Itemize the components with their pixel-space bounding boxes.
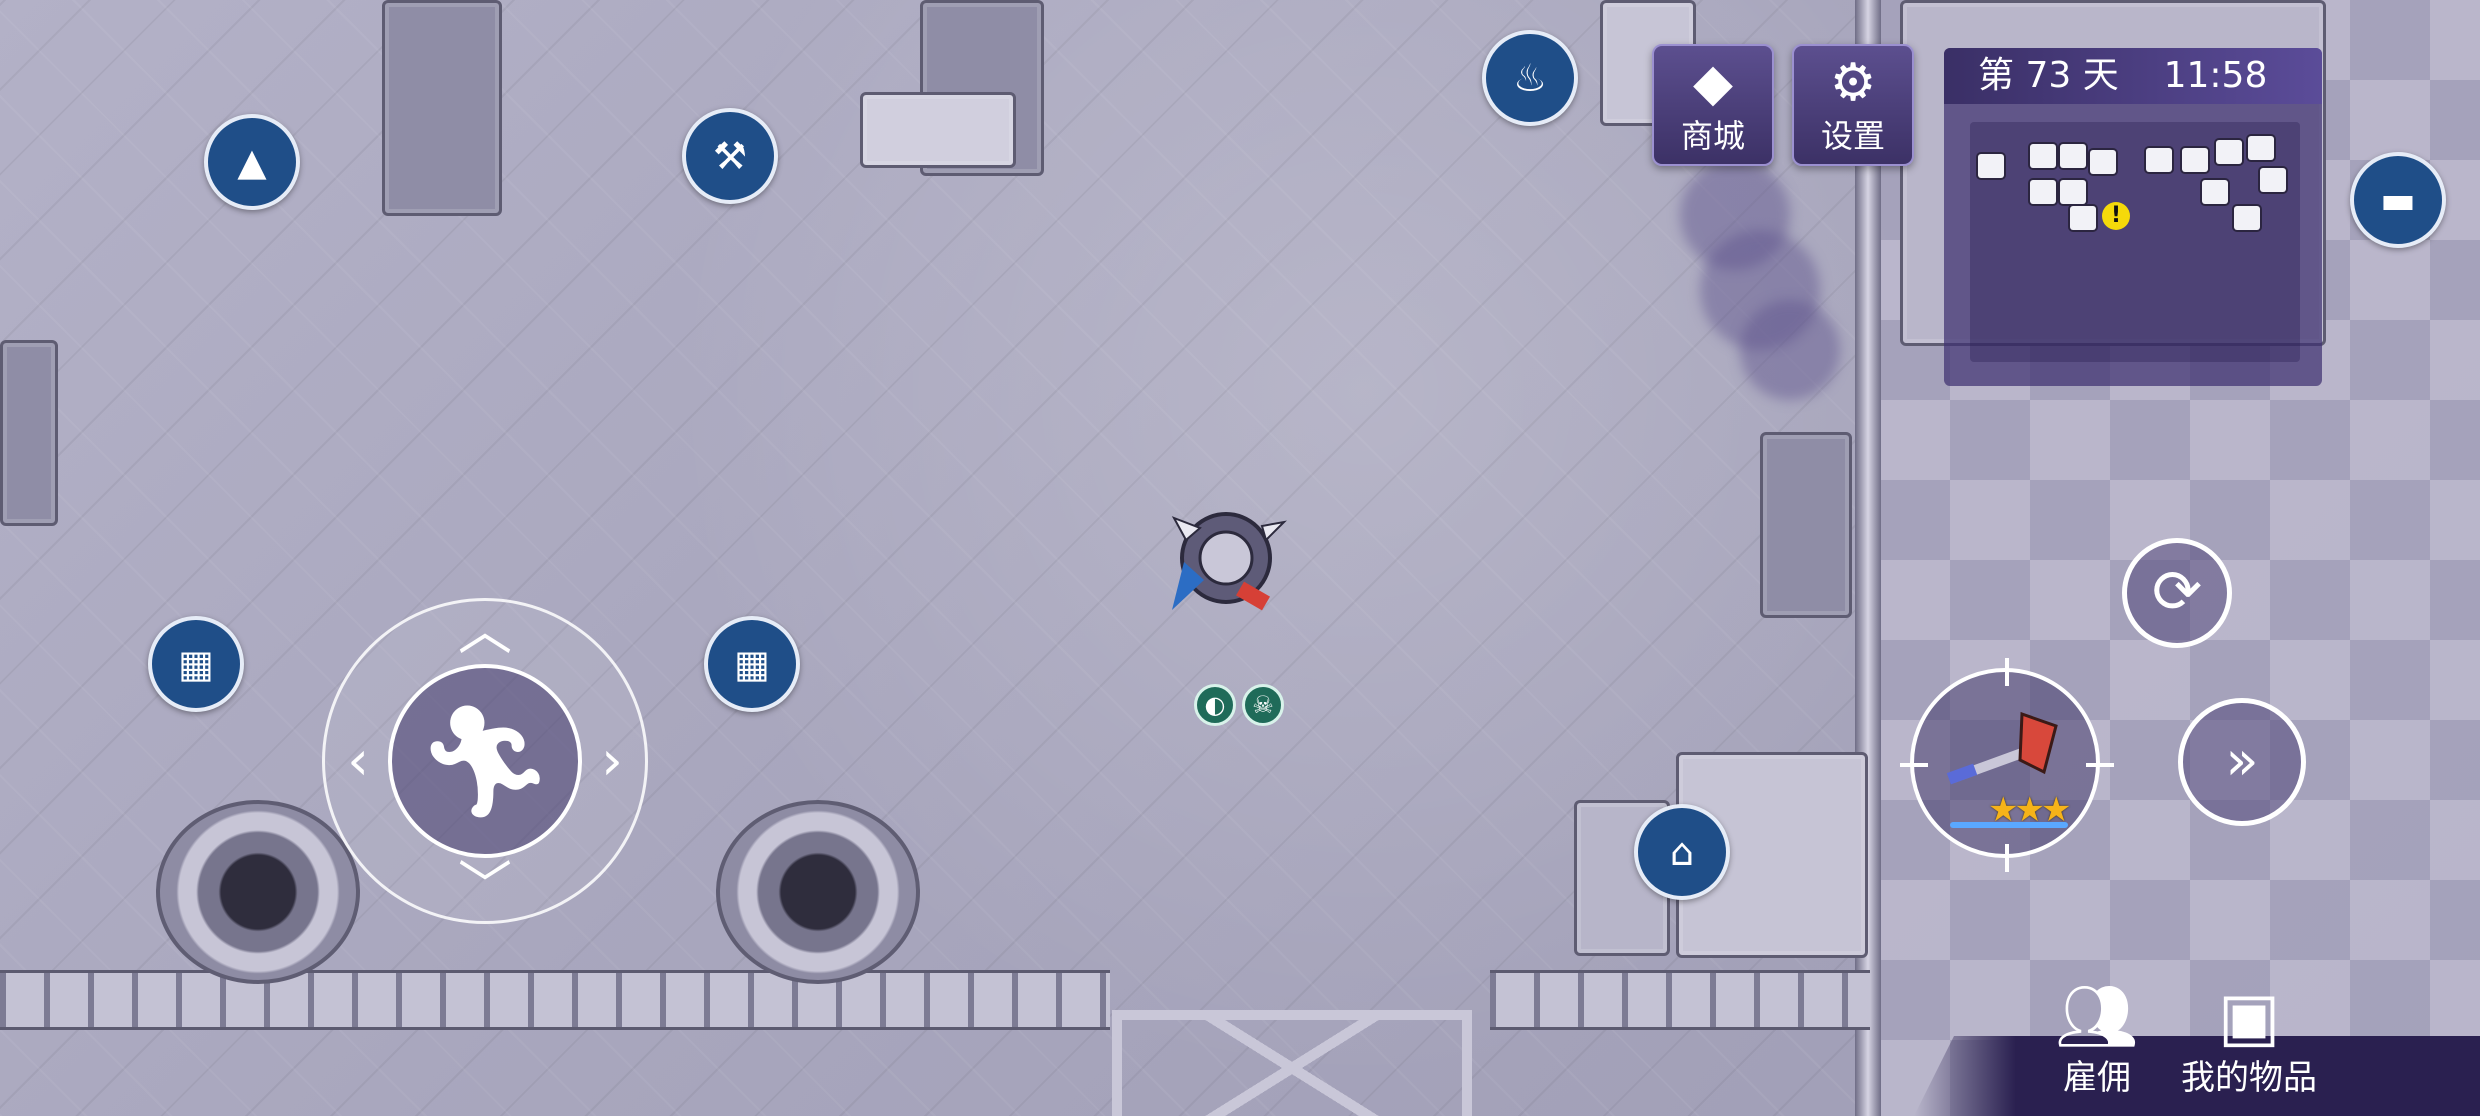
- minimap-marker: [2090, 150, 2116, 174]
- day-time-bar: 第 73 天 11:58: [1944, 48, 2322, 104]
- joystick-right-chevron-icon: ›: [601, 729, 623, 792]
- joystick-down-chevron-icon: ﹀: [458, 855, 512, 918]
- minimap-marker: [2202, 180, 2228, 204]
- minimap-marker: [2234, 206, 2260, 230]
- diamond-icon: ◆: [1693, 53, 1733, 113]
- stove-right-icon[interactable]: ▦: [704, 616, 800, 712]
- day-time-panel[interactable]: 第 73 天 11:58 !: [1944, 48, 2322, 386]
- wood-planks: [860, 92, 1016, 168]
- courtyard-gate: [1112, 1010, 1472, 1116]
- minimap-marker: [2060, 180, 2086, 204]
- inventory-button[interactable]: ▣ 我的物品: [2170, 978, 2328, 1100]
- wall-stairs: [1760, 432, 1852, 618]
- campfire-icon[interactable]: ♨: [1482, 30, 1578, 126]
- refresh-icon: ⟳: [2151, 557, 2203, 627]
- game-viewport[interactable]: ▲ ⚒ ♨ ▬ ▦ ▦ ⌂ ◐ ☠ ◆ 商城 ⚙ 设置 第 73 天 11:58: [0, 0, 2480, 1116]
- minimap-alert-icon: !: [2102, 202, 2130, 230]
- minimap-marker: [2146, 148, 2172, 172]
- player-character: [1166, 500, 1296, 620]
- stomach-status-icon: ◐: [1194, 684, 1236, 726]
- minimap-marker: [2216, 140, 2242, 164]
- bed-icon[interactable]: ▬: [2350, 152, 2446, 248]
- dash-icon: »: [2225, 729, 2259, 792]
- saw-workbench-icon[interactable]: ⚒: [682, 108, 778, 204]
- sprint-button[interactable]: »: [2178, 698, 2306, 826]
- joystick-left-chevron-icon: ‹: [347, 729, 369, 792]
- swap-weapon-button[interactable]: ⟳: [2122, 538, 2232, 648]
- minimap-marker: [2248, 136, 2274, 160]
- attack-weapon-button[interactable]: ★★★: [1900, 658, 2114, 872]
- smoke-cloud: [1740, 300, 1840, 400]
- clock-time: 11:58: [2163, 55, 2268, 96]
- barbed-wire-fence-left: [0, 970, 1110, 1030]
- furnace-station-icon[interactable]: ▲: [204, 114, 300, 210]
- minimap-marker: [2030, 144, 2056, 168]
- player-sprite: [1171, 512, 1287, 611]
- tool-bench: [382, 0, 502, 216]
- minimap-marker: [2260, 168, 2286, 192]
- skull-status-icon: ☠: [1242, 684, 1284, 726]
- doghouse-icon[interactable]: ⌂: [1634, 804, 1730, 900]
- shop-button[interactable]: ◆ 商城: [1652, 44, 1774, 166]
- people-group-icon: 👥︎: [2055, 978, 2139, 1055]
- day-counter: 第 73 天: [1978, 55, 2119, 96]
- minimap-marker: [2070, 206, 2096, 230]
- gear-icon: ⚙: [1829, 53, 1877, 113]
- left-shelf: [0, 340, 58, 526]
- minimap-marker: [1978, 154, 2004, 178]
- minimap-marker: [2060, 144, 2086, 168]
- stove-left-icon[interactable]: ▦: [148, 616, 244, 712]
- stone-well-left: [156, 800, 360, 984]
- minimap-marker: [2030, 180, 2056, 204]
- weapon-durability-bar: [1950, 822, 2068, 828]
- stone-well-right: [716, 800, 920, 984]
- barbed-wire-fence-right: [1490, 970, 1870, 1030]
- minimap-marker: [2182, 148, 2208, 172]
- hire-button[interactable]: 👥︎ 雇佣: [2042, 978, 2152, 1100]
- settings-button[interactable]: ⚙ 设置: [1792, 44, 1914, 166]
- treasure-chest-icon: ▣: [2217, 978, 2281, 1055]
- running-man-icon[interactable]: 🏃︎: [388, 664, 582, 858]
- joystick-up-chevron-icon: ︿: [458, 599, 512, 662]
- minimap[interactable]: !: [1970, 122, 2300, 362]
